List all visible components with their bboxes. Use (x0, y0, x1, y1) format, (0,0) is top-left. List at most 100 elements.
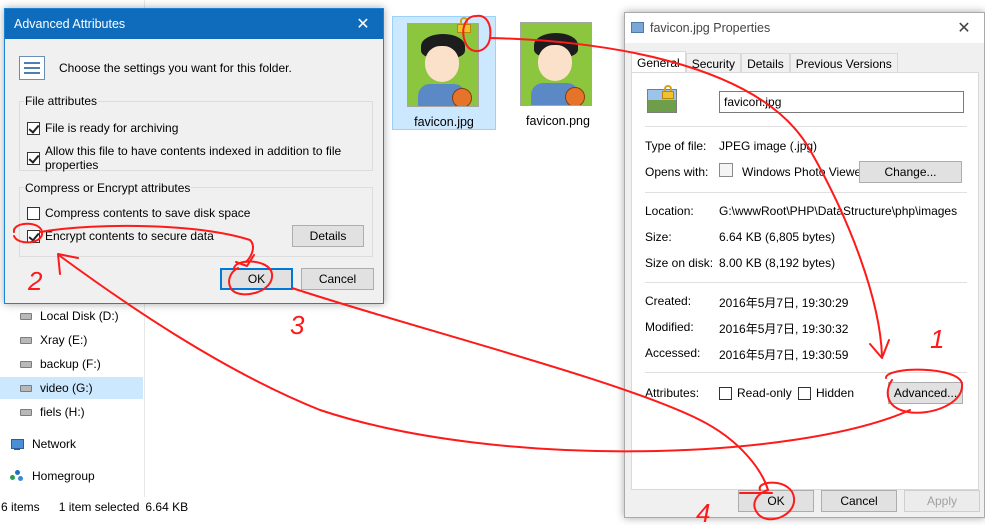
drive-icon (20, 336, 32, 344)
location-value: G:\wwwRoot\PHP\DataStructure\php\images (719, 204, 958, 218)
nav-item-label: video (G:) (40, 381, 93, 395)
tab-general[interactable]: General (631, 51, 686, 73)
nav-item-video-g[interactable]: video (G:) (0, 377, 143, 399)
created-value: 2016年5月7日, 19:30:29 (719, 296, 849, 310)
network-icon (10, 438, 24, 450)
attributes-label: Attributes: (645, 386, 700, 400)
nav-item-xray-e[interactable]: Xray (E:) (0, 329, 143, 351)
opens-with-label: Opens with: (645, 165, 709, 179)
separator (645, 192, 967, 193)
size-on-disk-label: Size on disk: (645, 256, 714, 270)
checkbox-box[interactable] (798, 386, 811, 400)
close-icon[interactable]: ✕ (944, 13, 984, 43)
dialog-titlebar: Advanced Attributes ✕ (5, 9, 383, 39)
size-label: Size: (645, 230, 672, 244)
tab-security[interactable]: Security (685, 53, 742, 73)
change-button[interactable]: Change... (859, 161, 962, 183)
checkbox-box[interactable] (27, 151, 40, 165)
nav-item-fiels-h[interactable]: fiels (H:) (0, 401, 143, 423)
details-button[interactable]: Details (292, 225, 364, 247)
file-name: favicon.jpg (414, 115, 474, 129)
nav-item-local-disk-d[interactable]: Local Disk (D:) (0, 305, 143, 327)
nav-item-label: fiels (H:) (40, 405, 85, 419)
checkbox-box[interactable] (719, 386, 732, 400)
image-file-icon (631, 22, 644, 33)
tab-details[interactable]: Details (741, 53, 790, 73)
lock-icon (457, 17, 471, 33)
group-label: File attributes (24, 94, 99, 108)
dialog-title: favicon.jpg Properties (650, 21, 771, 35)
file-name: favicon.png (526, 114, 590, 128)
size-on-disk-value: 8.00 KB (8,192 bytes) (719, 256, 836, 270)
checkbox-label: Compress contents to save disk space (45, 206, 251, 220)
tab-strip: General Security Details Previous Versio… (631, 51, 898, 73)
location-label: Location: (645, 204, 694, 218)
selection-count: 1 item selected (58, 500, 140, 514)
image-thumbnail (407, 23, 479, 107)
file-item-favicon-png[interactable]: favicon.png (506, 16, 610, 130)
homegroup-icon (10, 470, 24, 482)
checkbox-box[interactable] (27, 121, 40, 135)
checkbox-label: Allow this file to have contents indexed… (45, 144, 342, 172)
index-checkbox[interactable]: Allow this file to have contents indexed… (27, 144, 383, 172)
apply-button[interactable]: Apply (904, 490, 980, 512)
ok-button[interactable]: OK (738, 490, 814, 512)
drive-icon (20, 384, 32, 392)
annotation-step-3: 3 (290, 310, 305, 340)
checkbox-box[interactable] (27, 206, 40, 220)
general-tab-panel: favicon.jpg Type of file: JPEG image (.j… (631, 72, 979, 490)
checkbox-label: Read-only (737, 386, 792, 400)
nav-item-homegroup[interactable]: Homegroup (0, 465, 143, 487)
separator (645, 126, 967, 127)
close-icon[interactable]: ✕ (343, 9, 383, 39)
created-label: Created: (645, 294, 692, 308)
type-label: Type of file: (645, 139, 707, 153)
tab-previous-versions[interactable]: Previous Versions (789, 53, 898, 73)
selection-size: 6.64 KB (145, 500, 189, 514)
file-name-input[interactable]: favicon.jpg (719, 91, 964, 113)
drive-icon (20, 312, 32, 320)
nav-item-label: Network (32, 437, 77, 451)
checkbox-label: Encrypt contents to secure data (45, 229, 214, 243)
archive-checkbox[interactable]: File is ready for archiving (27, 121, 178, 135)
group-label: Compress or Encrypt attributes (24, 181, 192, 195)
advanced-attributes-dialog: Advanced Attributes ✕ Choose the setting… (4, 8, 384, 304)
checkbox-box[interactable] (27, 229, 40, 243)
separator (645, 282, 967, 283)
accessed-value: 2016年5月7日, 19:30:59 (719, 348, 849, 362)
nav-item-label: Local Disk (D:) (40, 309, 119, 323)
modified-label: Modified: (645, 320, 694, 334)
nav-item-backup-f[interactable]: backup (F:) (0, 353, 143, 375)
hidden-checkbox[interactable]: Hidden (798, 386, 854, 400)
file-item-favicon-jpg[interactable]: favicon.jpg (392, 16, 496, 130)
accessed-label: Accessed: (645, 346, 701, 360)
dialog-intro: Choose the settings you want for this fo… (59, 61, 292, 75)
nav-item-label: backup (F:) (40, 357, 101, 371)
settings-list-icon (19, 56, 45, 80)
image-thumbnail (520, 22, 592, 106)
drive-icon (20, 360, 32, 368)
separator (645, 372, 967, 373)
cancel-button[interactable]: Cancel (301, 268, 374, 290)
checkbox-label: File is ready for archiving (45, 121, 179, 135)
type-value: JPEG image (.jpg) (719, 139, 818, 153)
nav-item-label: Homegroup (32, 469, 95, 483)
cancel-button[interactable]: Cancel (821, 490, 897, 512)
ok-button[interactable]: OK (220, 268, 293, 290)
modified-value: 2016年5月7日, 19:30:32 (719, 322, 849, 336)
properties-dialog: favicon.jpg Properties ✕ General Securit… (624, 12, 985, 518)
checkbox-label: Hidden (816, 386, 855, 400)
dialog-titlebar: favicon.jpg Properties ✕ (625, 13, 984, 43)
opens-with-value: Windows Photo Viewer (742, 165, 866, 179)
dialog-title: Advanced Attributes (14, 17, 126, 31)
compress-checkbox[interactable]: Compress contents to save disk space (27, 206, 250, 220)
read-only-checkbox[interactable]: Read-only (719, 386, 792, 400)
size-value: 6.64 KB (6,805 bytes) (719, 230, 836, 244)
nav-item-network[interactable]: Network (0, 433, 143, 455)
item-count: 6 items (1, 500, 40, 514)
nav-item-label: Xray (E:) (40, 333, 88, 347)
advanced-button[interactable]: Advanced... (888, 382, 963, 404)
encrypt-checkbox[interactable]: Encrypt contents to secure data (27, 229, 214, 243)
drive-icon (20, 408, 32, 416)
photo-viewer-icon (719, 163, 733, 177)
